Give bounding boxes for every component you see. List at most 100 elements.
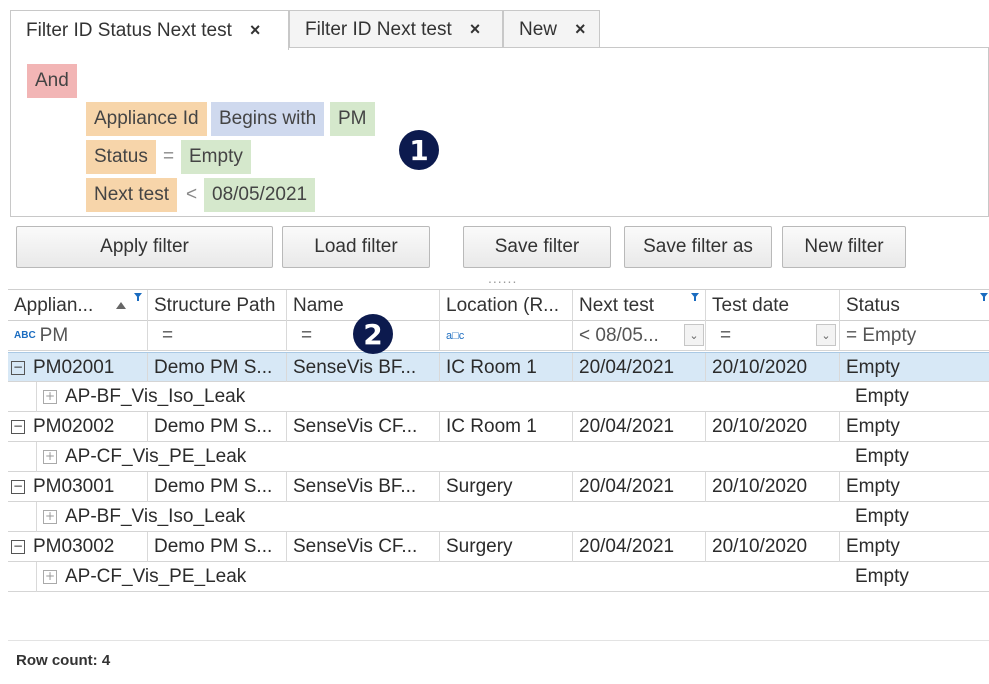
child-row[interactable]: + AP-BF_Vis_Iso_Leak Empty bbox=[8, 382, 989, 412]
table-cell-test-date[interactable]: 20/10/2020 bbox=[706, 472, 840, 502]
table-cell-status[interactable]: Empty bbox=[840, 412, 989, 442]
table-cell-location[interactable]: IC Room 1 bbox=[440, 353, 573, 383]
new-filter-button[interactable]: New filter bbox=[782, 226, 906, 268]
table-cell-location[interactable]: IC Room 1 bbox=[440, 412, 573, 442]
filter-cell-next-test[interactable]: < 08/05... ⌄ bbox=[573, 321, 706, 351]
cell-text: AP-CF_Vis_PE_Leak bbox=[65, 446, 247, 467]
close-icon[interactable]: × bbox=[250, 20, 261, 41]
save-filter-as-button[interactable]: Save filter as bbox=[624, 226, 772, 268]
panel-splitter[interactable]: ...... bbox=[488, 270, 517, 286]
column-header-label: Next test bbox=[579, 295, 654, 316]
table-cell-id[interactable]: − PM02002 bbox=[8, 412, 148, 442]
child-cell-status[interactable]: Empty bbox=[849, 382, 989, 412]
cell-text: 20/04/2021 bbox=[579, 476, 675, 497]
column-header-location[interactable]: Location (R... bbox=[440, 290, 573, 322]
filter-cell-test-date[interactable]: = ⌄ bbox=[706, 321, 840, 351]
table-cell-status[interactable]: Empty bbox=[840, 472, 989, 502]
table-cell-next-test[interactable]: 20/04/2021 bbox=[573, 353, 706, 383]
table-row[interactable]: − PM03001 Demo PM S... SenseVis BF... Surger… bbox=[8, 472, 989, 502]
condition-operator-equals[interactable]: = bbox=[163, 140, 174, 174]
child-cell-name[interactable]: + AP-BF_Vis_Iso_Leak bbox=[36, 502, 848, 532]
table-cell-test-date[interactable]: 20/10/2020 bbox=[706, 412, 840, 442]
filter-icon[interactable] bbox=[691, 293, 700, 302]
table-cell-structure[interactable]: Demo PM S... bbox=[148, 353, 287, 383]
cell-text: Demo PM S... bbox=[154, 476, 273, 497]
collapse-icon[interactable]: − bbox=[11, 419, 25, 434]
table-cell-status[interactable]: Empty bbox=[840, 532, 989, 562]
close-icon[interactable]: × bbox=[470, 19, 481, 40]
table-cell-test-date[interactable]: 20/10/2020 bbox=[706, 353, 840, 383]
filter-icon[interactable] bbox=[134, 293, 143, 302]
table-cell-name[interactable]: SenseVis CF... bbox=[287, 532, 440, 562]
tab-label: Filter ID Status Next test bbox=[26, 19, 232, 41]
table-cell-structure[interactable]: Demo PM S... bbox=[148, 412, 287, 442]
cell-text: PM03002 bbox=[33, 536, 115, 557]
condition-operator-begins-with[interactable]: Begins with bbox=[211, 102, 325, 136]
expand-icon[interactable]: + bbox=[43, 449, 57, 464]
footer-divider bbox=[8, 640, 989, 641]
apply-filter-button[interactable]: Apply filter bbox=[16, 226, 273, 268]
condition-value-pm[interactable]: PM bbox=[330, 102, 375, 136]
condition-value-date[interactable]: 08/05/2021 bbox=[204, 178, 316, 212]
child-cell-status[interactable]: Empty bbox=[849, 442, 989, 472]
child-row[interactable]: + AP-CF_Vis_PE_Leak Empty bbox=[8, 442, 989, 472]
expand-icon[interactable]: + bbox=[43, 569, 57, 584]
condition-operator-less-than[interactable]: < bbox=[186, 178, 197, 212]
condition-value-empty[interactable]: Empty bbox=[181, 140, 251, 174]
table-cell-id[interactable]: − PM02001 bbox=[8, 353, 148, 383]
tab-new[interactable]: New × bbox=[503, 10, 600, 48]
column-header-status[interactable]: Status bbox=[840, 290, 989, 322]
table-cell-next-test[interactable]: 20/04/2021 bbox=[573, 472, 706, 502]
table-row[interactable]: − PM02001 Demo PM S... SenseVis BF... IC Roo… bbox=[8, 352, 989, 383]
child-cell-name[interactable]: + AP-BF_Vis_Iso_Leak bbox=[36, 382, 848, 412]
expand-icon[interactable]: + bbox=[43, 509, 57, 524]
expand-icon[interactable]: + bbox=[43, 389, 57, 404]
cell-text: 20/04/2021 bbox=[579, 357, 675, 378]
collapse-icon[interactable]: − bbox=[11, 539, 25, 554]
column-header-test-date[interactable]: Test date bbox=[706, 290, 840, 322]
condition-field-status[interactable]: Status bbox=[86, 140, 156, 174]
group-operator-and[interactable]: And bbox=[27, 64, 77, 98]
column-header-structure-path[interactable]: Structure Path bbox=[148, 290, 287, 322]
collapse-icon[interactable]: − bbox=[11, 360, 25, 375]
table-cell-next-test[interactable]: 20/04/2021 bbox=[573, 532, 706, 562]
chevron-down-icon[interactable]: ⌄ bbox=[816, 324, 836, 346]
table-cell-test-date[interactable]: 20/10/2020 bbox=[706, 532, 840, 562]
table-cell-location[interactable]: Surgery bbox=[440, 532, 573, 562]
filter-cell-appliance[interactable]: ABC PM bbox=[8, 321, 148, 351]
table-cell-id[interactable]: − PM03001 bbox=[8, 472, 148, 502]
child-row[interactable]: + AP-CF_Vis_PE_Leak Empty bbox=[8, 562, 989, 592]
table-row[interactable]: − PM02002 Demo PM S... SenseVis CF... IC Roo… bbox=[8, 412, 989, 442]
load-filter-button[interactable]: Load filter bbox=[282, 226, 430, 268]
save-filter-button[interactable]: Save filter bbox=[463, 226, 611, 268]
column-header-next-test[interactable]: Next test bbox=[573, 290, 706, 322]
tab-filter-id-status-next-test[interactable]: Filter ID Status Next test × bbox=[10, 10, 289, 50]
column-header-appliance[interactable]: Applian... bbox=[8, 290, 148, 322]
table-cell-name[interactable]: SenseVis BF... bbox=[287, 472, 440, 502]
child-row[interactable]: + AP-BF_Vis_Iso_Leak Empty bbox=[8, 502, 989, 532]
table-cell-location[interactable]: Surgery bbox=[440, 472, 573, 502]
filter-cell-status[interactable]: = Empty bbox=[840, 321, 989, 351]
child-cell-status[interactable]: Empty bbox=[849, 502, 989, 532]
table-row[interactable]: − PM03002 Demo PM S... SenseVis CF... Surger… bbox=[8, 532, 989, 562]
child-cell-name[interactable]: + AP-CF_Vis_PE_Leak bbox=[36, 562, 848, 592]
close-icon[interactable]: × bbox=[575, 19, 586, 40]
filter-cell-structure[interactable]: = bbox=[148, 321, 287, 351]
table-cell-next-test[interactable]: 20/04/2021 bbox=[573, 412, 706, 442]
table-cell-id[interactable]: − PM03002 bbox=[8, 532, 148, 562]
filter-icon[interactable] bbox=[980, 293, 989, 302]
child-cell-status[interactable]: Empty bbox=[849, 562, 989, 592]
collapse-icon[interactable]: − bbox=[11, 479, 25, 494]
condition-field-appliance-id[interactable]: Appliance Id bbox=[86, 102, 207, 136]
child-cell-name[interactable]: + AP-CF_Vis_PE_Leak bbox=[36, 442, 848, 472]
tab-filter-id-next-test[interactable]: Filter ID Next test × bbox=[289, 10, 503, 48]
table-cell-name[interactable]: SenseVis BF... bbox=[287, 353, 440, 383]
condition-field-next-test[interactable]: Next test bbox=[86, 178, 177, 212]
table-cell-structure[interactable]: Demo PM S... bbox=[148, 532, 287, 562]
chevron-down-icon[interactable]: ⌄ bbox=[684, 324, 704, 346]
filter-tab-bar: Filter ID Status Next test × Filter ID N… bbox=[10, 10, 989, 50]
filter-cell-location[interactable]: a□c bbox=[440, 321, 573, 351]
table-cell-name[interactable]: SenseVis CF... bbox=[287, 412, 440, 442]
table-cell-status[interactable]: Empty bbox=[840, 353, 989, 383]
table-cell-structure[interactable]: Demo PM S... bbox=[148, 472, 287, 502]
